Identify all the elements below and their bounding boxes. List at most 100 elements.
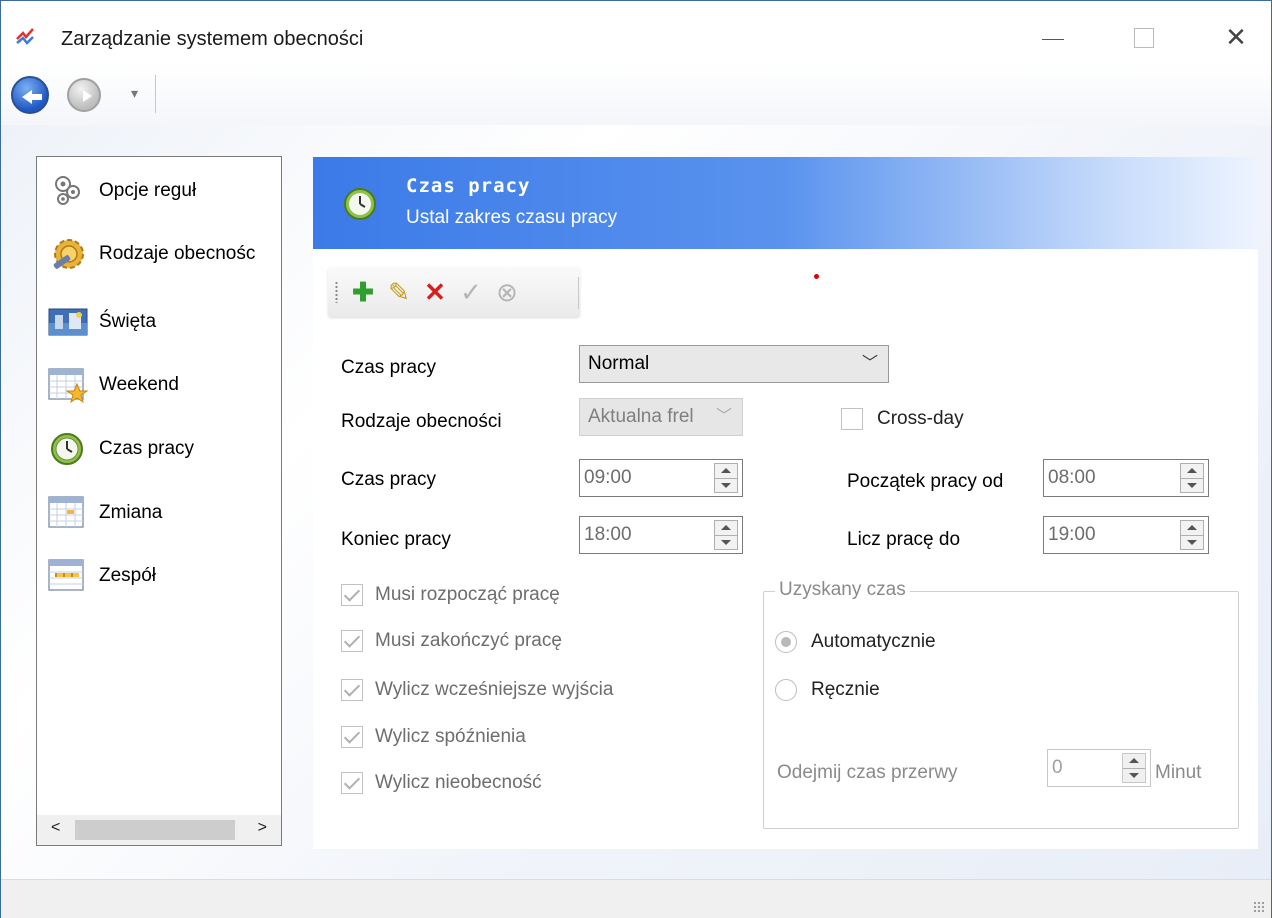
maximize-button[interactable] (1119, 15, 1169, 59)
minimize-button[interactable] (1029, 15, 1079, 59)
clock-icon (51, 433, 83, 465)
calendar-star-icon (48, 368, 89, 404)
spinner-arrows-icon[interactable] (1180, 520, 1204, 550)
settings-gear-icon (53, 239, 84, 269)
scroll-right-icon[interactable]: > (258, 819, 267, 837)
close-button[interactable]: ✕ (1211, 15, 1261, 59)
sidebar-item-czas-pracy[interactable]: Czas pracy (47, 427, 283, 471)
work-from-label: Początek pracy od (847, 471, 1004, 492)
spinner-arrows-icon[interactable] (714, 463, 738, 493)
auto-radio-label: Automatycznie (811, 631, 936, 652)
sidebar-item-label: Święta (99, 311, 157, 332)
sidebar-item-weekend[interactable]: Weekend (47, 363, 283, 407)
delete-button[interactable]: ✕ (422, 279, 448, 305)
must-start-checkbox[interactable] (341, 584, 363, 606)
record-toolbar: ✚ ✎ ✕ ✓ ⊗ (328, 267, 580, 317)
work-time-select-value: Normal (588, 353, 650, 374)
sidebar-item-label: Opcje reguł (99, 180, 197, 201)
sidebar-item-zespol[interactable]: Zespół (47, 554, 283, 598)
must-end-checkbox[interactable] (341, 630, 363, 652)
sidebar-list: Opcje reguł Rodzaje obecnośc Święta Week… (36, 156, 282, 846)
forward-arrow-icon[interactable] (67, 78, 101, 112)
absence-label: Wylicz nieobecność (375, 772, 542, 793)
work-from-spinner[interactable]: 08:00 (1043, 459, 1209, 497)
calendar-grid-icon (48, 496, 84, 528)
obtained-time-group (763, 591, 1239, 829)
gears-icon (55, 176, 80, 205)
manual-radio[interactable] (775, 679, 797, 701)
auto-radio[interactable] (775, 631, 797, 653)
must-end-label: Musi zakończyć pracę (375, 630, 562, 651)
app-logo-icon (16, 28, 34, 45)
early-leave-label: Wylicz wcześniejsze wyjścia (375, 679, 614, 700)
clock-icon (344, 188, 376, 220)
sidebar-item-label: Czas pracy (99, 438, 195, 459)
sidebar-item-zmiana[interactable]: Zmiana (47, 491, 283, 535)
manual-radio-label: Ręcznie (811, 679, 880, 700)
work-time-select[interactable]: Normal ﹀ (579, 345, 889, 383)
spinner-arrows-icon[interactable] (1180, 463, 1204, 493)
marker-dot (814, 274, 819, 279)
late-arrival-label: Wylicz spóźnienia (375, 726, 526, 747)
cancel-button[interactable]: ⊗ (494, 279, 520, 305)
sidebar-item-opcje-regul[interactable]: Opcje reguł (47, 169, 283, 213)
status-bar (1, 879, 1271, 918)
must-start-label: Musi rozpocząć pracę (375, 584, 560, 605)
nav-separator (155, 75, 156, 113)
edit-button[interactable]: ✎ (386, 279, 412, 305)
break-unit-label: Minut (1155, 762, 1202, 783)
break-minutes-spinner[interactable]: 0 (1047, 749, 1151, 787)
sidebar-item-label: Zmiana (99, 502, 163, 523)
calendar-team-icon (48, 559, 84, 591)
scrollbar-thumb[interactable] (75, 820, 235, 840)
count-until-label: Licz pracę do (847, 529, 961, 550)
cross-day-checkbox[interactable] (841, 408, 863, 430)
window-title: Zarządzanie systemem obecności (61, 28, 364, 50)
attendance-types-label: Rodzaje obecności (341, 411, 502, 432)
count-until-spinner[interactable]: 19:00 (1043, 516, 1209, 554)
start-time-label: Czas pracy (341, 469, 437, 490)
app-window: Zarządzanie systemem obecności ✕ ▾ Opcje… (0, 0, 1272, 918)
title-bar: Zarządzanie systemem obecności ✕ (1, 1, 1271, 63)
sidebar-horizontal-scrollbar[interactable]: < > (37, 815, 281, 845)
attendance-types-select[interactable]: Aktualna frel ﹀ (579, 398, 743, 436)
early-leave-checkbox[interactable] (341, 679, 363, 701)
section-header-banner: Czas pracy Ustal zakres czasu pracy (313, 157, 1258, 249)
toolbar-grip[interactable] (335, 281, 338, 303)
toolbar-separator (578, 277, 579, 309)
start-time-value: 09:00 (584, 467, 632, 488)
section-title: Czas pracy (406, 175, 531, 197)
start-time-spinner[interactable]: 09:00 (579, 459, 743, 497)
add-button[interactable]: ✚ (350, 279, 376, 305)
obtained-time-title: Uzyskany czas (775, 579, 910, 601)
break-minutes-value: 0 (1052, 757, 1063, 778)
cross-day-label: Cross-day (877, 408, 964, 429)
section-subtitle: Ustal zakres czasu pracy (406, 207, 618, 228)
spinner-arrows-icon[interactable] (714, 520, 738, 550)
resize-grip-icon[interactable] (1253, 901, 1265, 913)
sidebar-item-swieta[interactable]: Święta (47, 300, 283, 344)
history-dropdown-button[interactable]: ▾ (131, 85, 138, 102)
spinner-arrows-icon[interactable] (1122, 753, 1146, 783)
attendance-types-value: Aktualna frel (588, 406, 694, 427)
end-time-label: Koniec pracy (341, 529, 451, 550)
late-arrival-checkbox[interactable] (341, 726, 363, 748)
sidebar-item-rodzaje-obecnosci[interactable]: Rodzaje obecnośc (47, 232, 283, 276)
navigation-bar: ▾ (1, 63, 1271, 125)
chevron-down-icon: ﹀ (861, 355, 878, 372)
scroll-left-icon[interactable]: < (51, 819, 60, 837)
work-from-value: 08:00 (1048, 467, 1096, 488)
sidebar-item-label: Zespół (99, 565, 157, 586)
sidebar-item-label: Rodzaje obecnośc (99, 243, 256, 264)
absence-checkbox[interactable] (341, 772, 363, 794)
end-time-spinner[interactable]: 18:00 (579, 516, 743, 554)
back-arrow-icon[interactable] (11, 76, 49, 114)
save-button[interactable]: ✓ (458, 279, 484, 305)
chevron-down-icon: ﹀ (715, 408, 732, 425)
break-deduct-label: Odejmij czas przerwy (777, 762, 958, 783)
count-until-value: 19:00 (1048, 524, 1096, 545)
sidebar-item-label: Weekend (99, 374, 179, 395)
work-time-label: Czas pracy (341, 357, 437, 378)
holiday-image-icon (48, 308, 88, 336)
end-time-value: 18:00 (584, 524, 632, 545)
